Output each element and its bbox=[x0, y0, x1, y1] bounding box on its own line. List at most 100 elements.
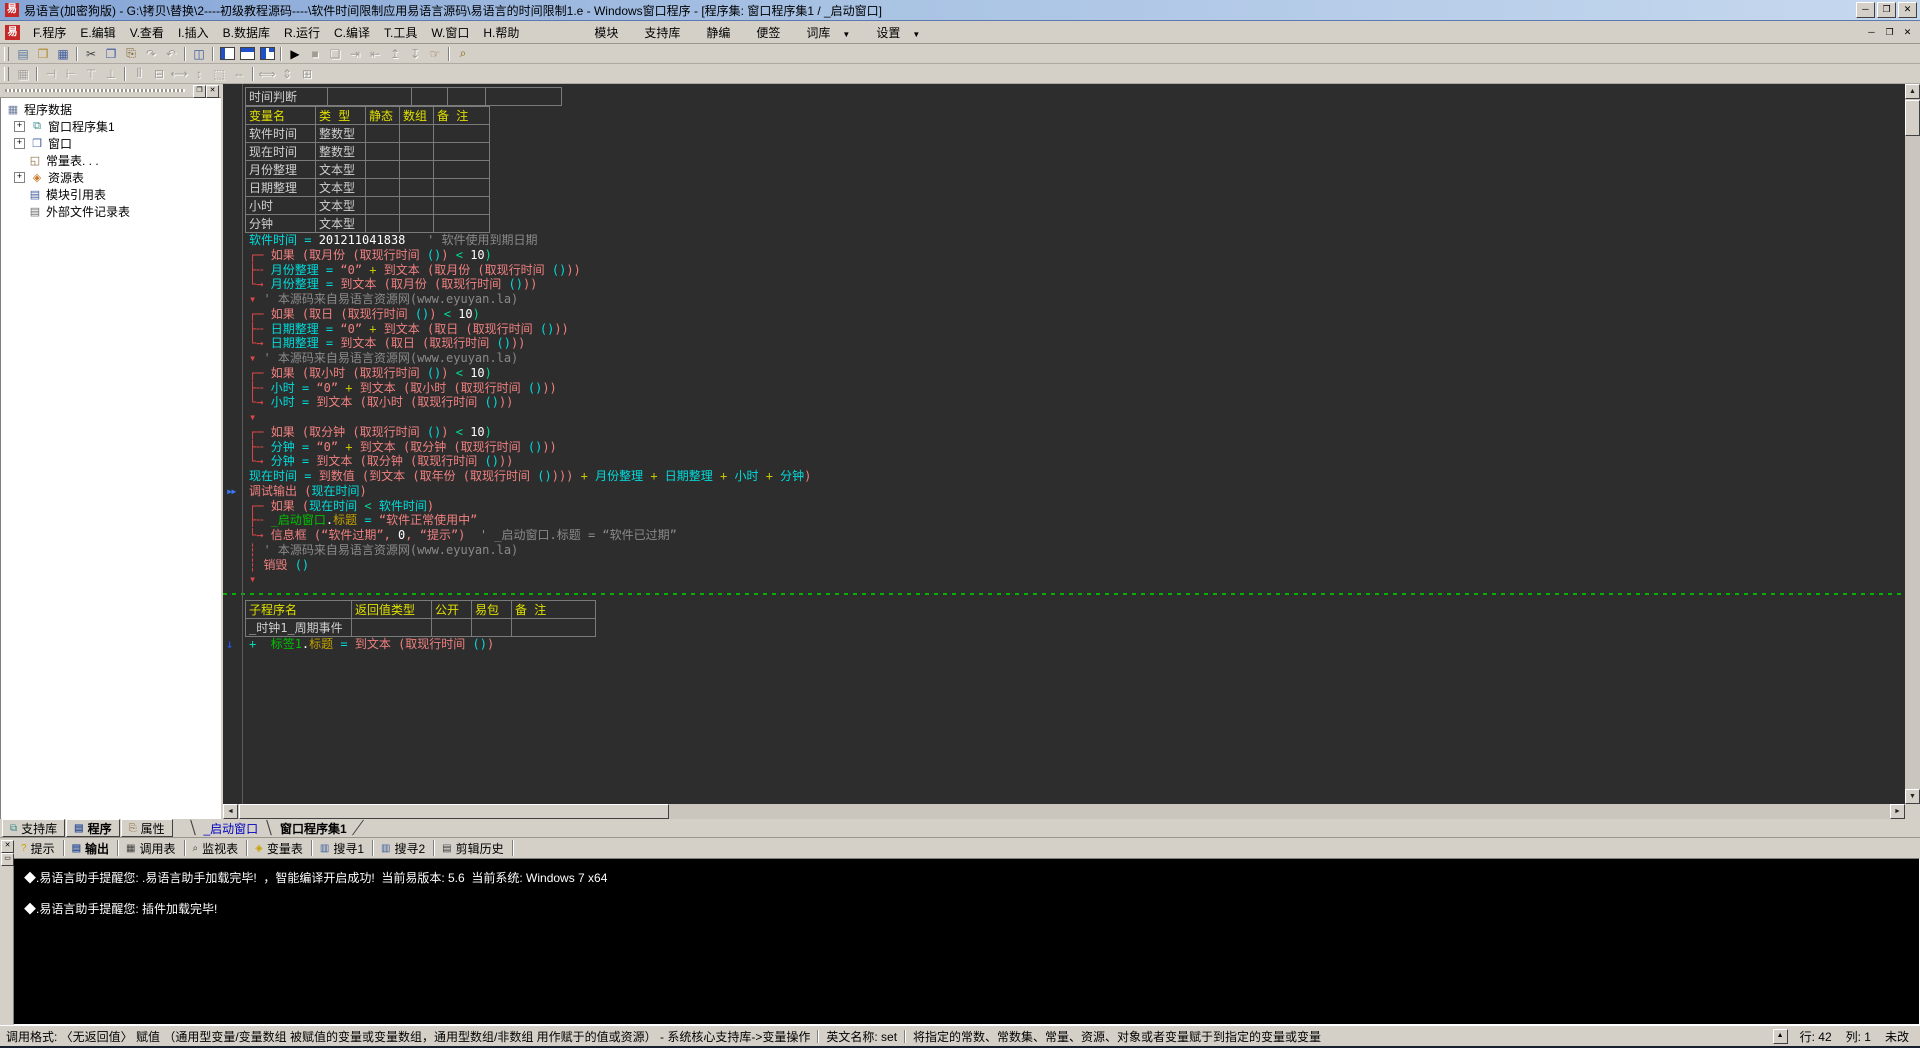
paste-button[interactable]: ⎘ bbox=[121, 45, 141, 62]
table-row[interactable]: 日期整理 文本型 bbox=[245, 178, 490, 197]
table-row[interactable]: 月份整理 文本型 bbox=[245, 160, 490, 179]
super-find-button[interactable]: ⌕ bbox=[453, 45, 473, 62]
menu-item-10[interactable]: H.帮助 bbox=[476, 22, 526, 43]
plugin-menu-5[interactable]: 词库 ▼ bbox=[793, 22, 863, 43]
expand-icon[interactable]: + bbox=[14, 121, 25, 132]
code-line[interactable]: ┌─ 如果 (取日 (取现行时间 ()) < 10) bbox=[223, 307, 1905, 322]
code-line[interactable]: ↓ + 标签1.标题 = 到文本 (取现行时间 ()) bbox=[223, 637, 1905, 652]
code-line[interactable]: └→ 小时 = 到文本 (取小时 (取现行时间 ())) bbox=[223, 395, 1905, 410]
plugin-menu-2[interactable]: 支持库 bbox=[631, 22, 693, 43]
view-workspace-button[interactable] bbox=[217, 45, 237, 62]
code-line[interactable]: ├╌ _启动窗口.标题 = “软件正常使用中” bbox=[223, 513, 1905, 528]
tab-window-assembly-1[interactable]: 窗口程序集1 bbox=[274, 820, 353, 837]
restore-button[interactable]: ❐ bbox=[1877, 2, 1896, 18]
code-line[interactable]: ├╌ 分钟 = “0” + 到文本 (取分钟 (取现行时间 ())) bbox=[223, 440, 1905, 455]
table-row[interactable]: 时间判断 bbox=[245, 87, 562, 106]
minimize-button[interactable]: ─ bbox=[1856, 2, 1875, 18]
tree-item-window[interactable]: + ❒ 窗口 bbox=[0, 135, 221, 152]
code-line[interactable]: ┌─ 如果 (现在时间 < 软件时间) bbox=[223, 499, 1905, 514]
menu-item-5[interactable]: B.数据库 bbox=[216, 22, 277, 43]
output-dock-button[interactable]: ▭ bbox=[1, 853, 14, 866]
new-file-button[interactable]: ▤ bbox=[13, 45, 33, 62]
view-split-button[interactable] bbox=[257, 45, 277, 62]
scroll-right-button[interactable]: ► bbox=[1890, 804, 1905, 819]
close-button[interactable]: ✕ bbox=[1898, 2, 1917, 18]
code-line[interactable]: └→ 分钟 = 到文本 (取分钟 (取现行时间 ())) bbox=[223, 454, 1905, 469]
code-line[interactable]: ▾ ' 本源码来自易语言资源网(www.eyuyan.la) bbox=[223, 292, 1905, 307]
plugin-menu-3[interactable]: 静编 bbox=[693, 22, 743, 43]
panel-tab-program[interactable]: ▤ 程序 bbox=[66, 819, 120, 837]
table-row[interactable]: 分钟 文本型 bbox=[245, 214, 490, 233]
plugin-menu-1[interactable]: 模块 bbox=[581, 22, 631, 43]
code-line[interactable]: ├╌ 小时 = “0” + 到文本 (取小时 (取现行时间 ())) bbox=[223, 381, 1905, 396]
code-line[interactable]: ▾ bbox=[223, 410, 1905, 425]
mdi-restore-button[interactable]: ❐ bbox=[1882, 26, 1897, 39]
tree-item-program-data[interactable]: ▦ 程序数据 bbox=[0, 101, 221, 118]
menu-item-9[interactable]: W.窗口 bbox=[424, 22, 476, 43]
output-tab-variable-table[interactable]: ◈ 变量表 bbox=[247, 840, 312, 856]
panel-tab-property[interactable]: ⎘ 属性 bbox=[120, 819, 173, 837]
code-line[interactable]: ┆ ' 本源码来自易语言资源网(www.eyuyan.la) bbox=[223, 543, 1905, 558]
tab-start-window[interactable]: _启动窗口 bbox=[197, 820, 264, 837]
menu-item-2[interactable]: E.编辑 bbox=[73, 22, 122, 43]
scroll-up-button[interactable]: ▲ bbox=[1905, 84, 1920, 99]
table-row[interactable]: 现在时间 整数型 bbox=[245, 142, 490, 161]
menu-item-7[interactable]: C.编译 bbox=[327, 22, 377, 43]
code-line[interactable]: ┆ 销毁 () bbox=[223, 558, 1905, 573]
dropdown-arrow-icon[interactable]: ▼ bbox=[842, 30, 850, 39]
vertical-scroll-thumb[interactable] bbox=[1905, 100, 1920, 136]
code-line[interactable]: 软件时间 = 201211041838 ' 软件使用到期日期 bbox=[223, 233, 1905, 248]
view-output-button[interactable] bbox=[237, 45, 257, 62]
menu-item-8[interactable]: T.工具 bbox=[377, 22, 424, 43]
output-tab-watch-table[interactable]: ⌕ 监视表 bbox=[185, 840, 248, 856]
table-row[interactable]: 软件时间 整数型 bbox=[245, 124, 490, 143]
panel-restore-button[interactable]: ❐ bbox=[193, 85, 206, 98]
tree-item-external-file-record-table[interactable]: ▤ 外部文件记录表 bbox=[0, 203, 221, 220]
mdi-minimize-button[interactable]: ─ bbox=[1864, 26, 1879, 39]
run-button[interactable]: ▶ bbox=[285, 45, 305, 62]
dropdown-arrow-icon[interactable]: ▼ bbox=[912, 30, 920, 39]
tree-item-resource-table[interactable]: + ◈ 资源表 bbox=[0, 169, 221, 186]
code-line[interactable]: ┌─ 如果 (取分钟 (取现行时间 ()) < 10) bbox=[223, 425, 1905, 440]
output-tab-search-2[interactable]: ▥ 搜寻2 bbox=[373, 840, 435, 856]
pan-hand-button[interactable]: ☞ bbox=[425, 45, 445, 62]
code-line[interactable]: ▾ ' 本源码来自易语言资源网(www.eyuyan.la) bbox=[223, 351, 1905, 366]
workspace-panel-header[interactable]: ❐ ✕ bbox=[0, 84, 221, 98]
tree-item-window-assembly-1[interactable]: + ⧉ 窗口程序集1 bbox=[0, 118, 221, 135]
find-in-code-button[interactable]: ◫ bbox=[189, 45, 209, 62]
menu-item-1[interactable]: F.程序 bbox=[26, 22, 73, 43]
panel-close-button[interactable]: ✕ bbox=[206, 85, 219, 98]
code-line[interactable]: └→ 日期整理 = 到文本 (取日 (取现行时间 ())) bbox=[223, 336, 1905, 351]
scroll-down-button[interactable]: ▼ bbox=[1905, 789, 1920, 804]
save-button[interactable]: ▦ bbox=[53, 45, 73, 62]
code-line[interactable]: ▸▸ 调试输出 (现在时间) bbox=[223, 484, 1905, 499]
expand-icon[interactable]: + bbox=[14, 172, 25, 183]
code-line[interactable]: ▾ bbox=[223, 572, 1905, 587]
mdi-close-button[interactable]: ✕ bbox=[1900, 26, 1915, 39]
output-close-button[interactable]: ✕ bbox=[1, 840, 14, 853]
tree-item-constant-table[interactable]: ◱ 常量表. . . bbox=[0, 152, 221, 169]
menu-item-3[interactable]: V.查看 bbox=[123, 22, 171, 43]
table-row[interactable]: 小时 文本型 bbox=[245, 196, 490, 215]
tree-item-module-reference-table[interactable]: ▤ 模块引用表 bbox=[0, 186, 221, 203]
code-line[interactable]: ┌─ 如果 (取月份 (取现行时间 ()) < 10) bbox=[223, 248, 1905, 263]
code-line[interactable]: ├╌ 日期整理 = “0” + 到文本 (取日 (取现行时间 ())) bbox=[223, 322, 1905, 337]
output-tab-search-1[interactable]: ▥ 搜寻1 bbox=[312, 840, 373, 856]
status-up-button[interactable]: ▲ bbox=[1772, 1028, 1788, 1044]
code-line[interactable]: └→ 信息框 (“软件过期”, 0, “提示”) ' _启动窗口.标题 = “软… bbox=[223, 528, 1905, 543]
plugin-menu-4[interactable]: 便签 bbox=[743, 22, 793, 43]
copy-button[interactable]: ❐ bbox=[101, 45, 121, 62]
code-editor[interactable]: 时间判断 变量名类 型静态 数组备 注软件时间 整数型 现在时间 整数型 月份整理 文本型 日期… bbox=[223, 84, 1920, 819]
cut-button[interactable]: ✂ bbox=[81, 45, 101, 62]
expand-icon[interactable]: + bbox=[14, 138, 25, 149]
menu-item-4[interactable]: I.插入 bbox=[171, 22, 216, 43]
code-line[interactable]: ┌─ 如果 (取小时 (取现行时间 ()) < 10) bbox=[223, 366, 1905, 381]
output-log[interactable]: ◆.易语言助手提醒您: .易语言助手加载完毕! ，智能编译开启成功! 当前易版本… bbox=[13, 858, 1920, 1025]
code-line[interactable]: └→ 月份整理 = 到文本 (取月份 (取现行时间 ())) bbox=[223, 277, 1905, 292]
menu-item-6[interactable]: R.运行 bbox=[277, 22, 327, 43]
output-tab-output[interactable]: ▤ 输出 bbox=[64, 840, 119, 856]
horizontal-scroll-thumb[interactable] bbox=[239, 804, 669, 819]
vertical-scrollbar[interactable]: ▲ ▼ bbox=[1905, 84, 1920, 804]
scroll-left-button[interactable]: ◄ bbox=[223, 804, 238, 819]
code-line[interactable]: ├╌ 月份整理 = “0” + 到文本 (取月份 (取现行时间 ())) bbox=[223, 263, 1905, 278]
